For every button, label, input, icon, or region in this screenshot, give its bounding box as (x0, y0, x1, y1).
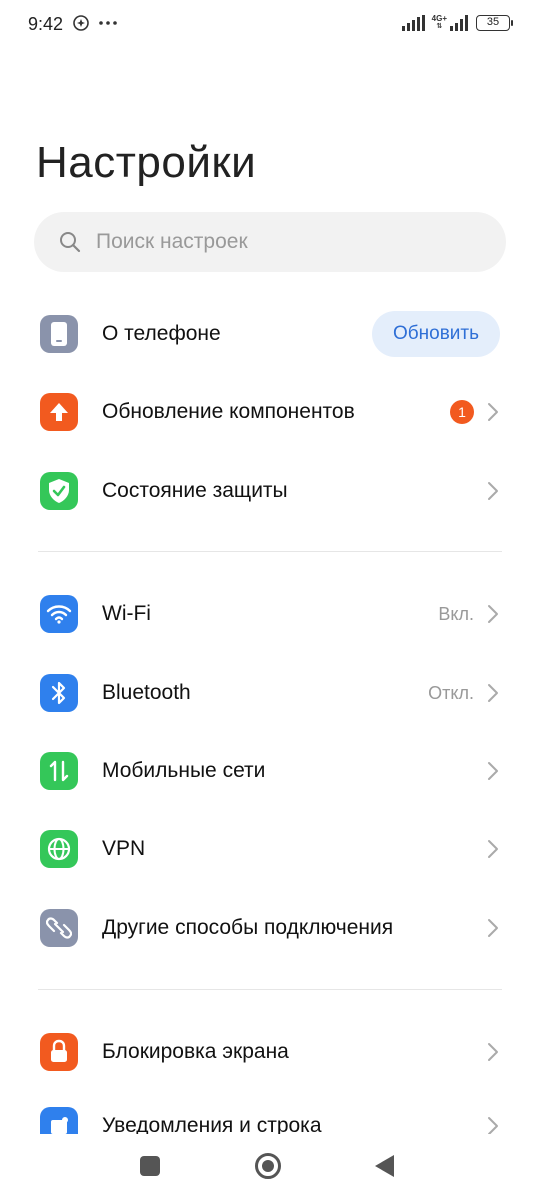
navigation-bar (0, 1134, 540, 1200)
settings-item-component-update[interactable]: Обновление компонентов 1 (0, 376, 540, 448)
status-bar: 9:42 4G+ ⇅ 35 (0, 0, 540, 52)
chevron-right-icon (488, 1117, 498, 1135)
settings-item-label: Блокировка экрана (102, 1040, 289, 1063)
status-left-icons (72, 14, 118, 32)
section-divider (38, 989, 502, 990)
settings-item-vpn[interactable]: VPN (0, 813, 540, 885)
notification-badge: 1 (450, 400, 474, 424)
settings-item-label: О телефоне (102, 322, 221, 345)
section-divider (38, 551, 502, 552)
search-input[interactable] (96, 230, 476, 254)
battery-icon: 35 (476, 15, 513, 31)
signal-icon (401, 15, 425, 31)
recent-apps-button[interactable] (140, 1156, 160, 1176)
shield-check-icon (40, 472, 78, 510)
link-icon (40, 909, 78, 947)
wifi-status: Вкл. (438, 603, 474, 624)
bluetooth-icon (40, 674, 78, 712)
home-button[interactable] (255, 1153, 281, 1179)
battery-level: 35 (486, 16, 500, 28)
settings-item-about-phone[interactable]: О телефоне Обновить (0, 298, 540, 370)
search-bar[interactable] (34, 212, 506, 272)
search-icon (60, 232, 81, 253)
settings-item-label: Wi-Fi (102, 602, 151, 625)
status-time: 9:42 (28, 14, 64, 34)
settings-item-lock-screen[interactable]: Блокировка экрана (0, 1016, 540, 1088)
chevron-right-icon (488, 762, 498, 780)
chevron-right-icon (488, 684, 498, 702)
chevron-right-icon (488, 1043, 498, 1061)
signal-4g-icon: 4G+ ⇅ (432, 15, 470, 31)
settings-item-wifi[interactable]: Wi-Fi Вкл. (0, 578, 540, 650)
settings-item-label: VPN (102, 837, 146, 860)
chevron-right-icon (488, 919, 498, 937)
settings-item-other-connections[interactable]: Другие способы подключения (0, 892, 540, 964)
settings-item-label: Обновление компонентов (102, 400, 355, 423)
chevron-right-icon (488, 482, 498, 500)
bluetooth-status: Откл. (428, 682, 474, 703)
location-icon (73, 15, 89, 31)
globe-icon (40, 830, 78, 868)
back-button[interactable] (375, 1155, 394, 1177)
settings-item-label: Bluetooth (102, 681, 191, 704)
settings-item-label: Состояние защиты (102, 479, 288, 502)
mobile-data-icon (40, 752, 78, 790)
settings-item-security-status[interactable]: Состояние защиты (0, 455, 540, 527)
arrow-up-icon (40, 393, 78, 431)
update-button[interactable]: Обновить (372, 311, 500, 357)
more-dots-icon (99, 21, 117, 25)
lock-icon (40, 1033, 78, 1071)
phone-icon (40, 315, 78, 353)
chevron-right-icon (488, 403, 498, 421)
settings-item-mobile-networks[interactable]: Мобильные сети (0, 735, 540, 807)
network-label: 4G+ (431, 14, 447, 23)
chevron-right-icon (488, 605, 498, 623)
status-right: 4G+ ⇅ 35 (401, 15, 513, 31)
settings-item-label: Другие способы подключения (102, 916, 394, 939)
wifi-icon (40, 595, 78, 633)
settings-item-bluetooth[interactable]: Bluetooth Откл. (0, 657, 540, 729)
chevron-right-icon (488, 840, 498, 858)
settings-item-label: Мобильные сети (102, 759, 266, 782)
page-title: Настройки (36, 138, 257, 187)
